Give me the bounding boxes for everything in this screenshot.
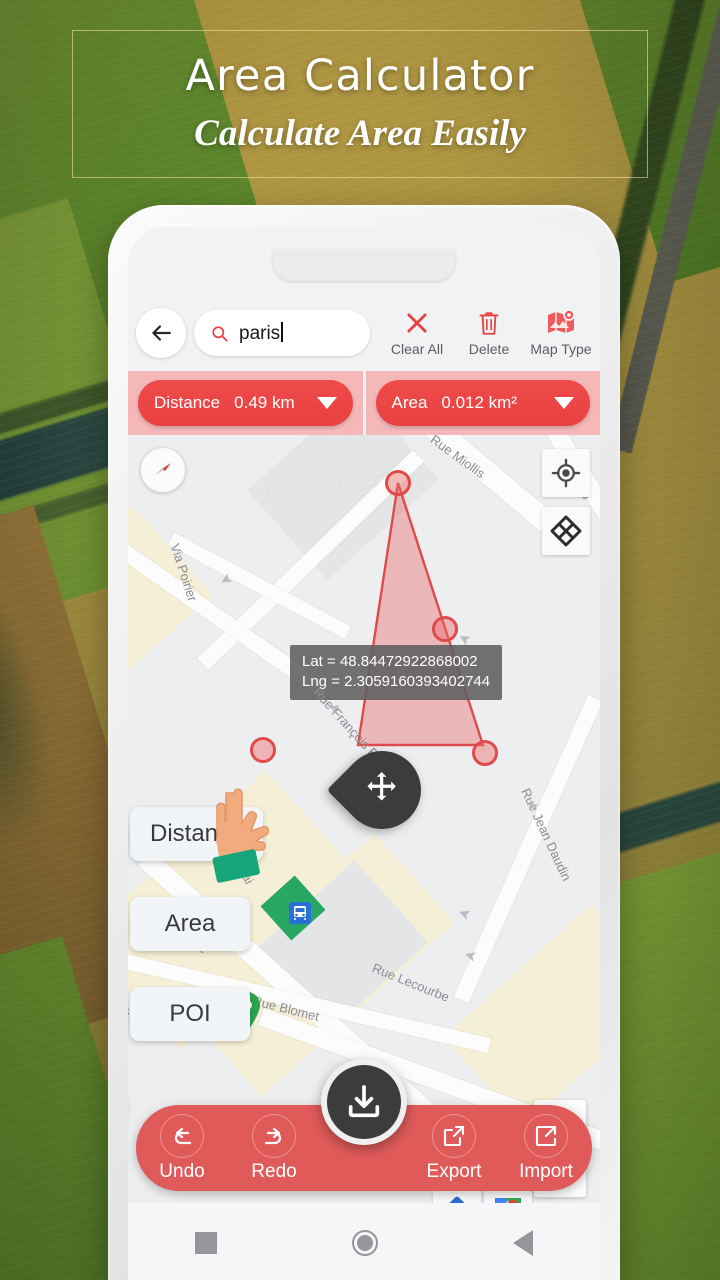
undo-button[interactable]: Undo [136, 1113, 228, 1183]
distance-cell: Distance 0.49 km [128, 371, 363, 435]
download-icon [348, 1085, 380, 1118]
area-label: Area [391, 393, 428, 412]
bus-stop-icon [289, 902, 311, 924]
app-toolbar: paris Clear All Delete Map Type [128, 295, 600, 371]
delete-button[interactable]: Delete [456, 309, 522, 357]
distance-label: Distance [154, 393, 221, 412]
export-circle [432, 1113, 476, 1158]
polygon-vertex-bottom-right[interactable] [472, 740, 498, 766]
export-button[interactable]: Export [408, 1113, 500, 1183]
redo-button[interactable]: Redo [228, 1113, 320, 1183]
import-icon [535, 1125, 557, 1146]
undo-circle [160, 1113, 204, 1158]
home-button[interactable] [351, 1230, 378, 1256]
compass-icon [155, 463, 171, 475]
polygon-vertex-top[interactable] [385, 470, 411, 496]
phone-notch [271, 249, 457, 283]
undo-label: Undo [159, 1160, 205, 1182]
redo-icon [264, 1127, 282, 1144]
toolbar-actions: Clear All Delete Map Type [384, 309, 594, 357]
compass-button[interactable] [140, 447, 186, 493]
trash-icon [479, 312, 499, 335]
distance-dropdown[interactable]: Distance 0.49 km [138, 380, 353, 426]
phone-screen-bezel: paris Clear All Delete Map Type Distance… [128, 227, 600, 1280]
download-fab[interactable] [321, 1059, 407, 1145]
recents-button[interactable] [195, 1232, 218, 1254]
bus-stop-marker[interactable] [288, 901, 312, 930]
back-nav-button[interactable] [512, 1230, 533, 1256]
import-button[interactable]: Import [500, 1113, 592, 1183]
search-value: paris [239, 322, 281, 344]
fab-label-area[interactable]: Area [130, 897, 250, 951]
import-circle [524, 1113, 568, 1158]
fab-label-poi[interactable]: POI [130, 987, 250, 1041]
map-type-icon [548, 309, 575, 333]
import-label: Import [519, 1160, 573, 1182]
clear-all-button[interactable]: Clear All [384, 309, 450, 357]
android-navigation-bar [128, 1203, 600, 1280]
text-caret [281, 321, 284, 342]
export-icon [443, 1125, 465, 1146]
chevron-down-icon [316, 397, 337, 409]
distance-value: 0.49 km [234, 393, 295, 412]
app-screen: paris Clear All Delete Map Type Distance… [128, 227, 600, 1280]
arrow-left-icon [152, 325, 171, 341]
my-location-button[interactable] [542, 449, 590, 497]
area-dropdown[interactable]: Area 0.012 km² [375, 380, 590, 426]
search-text: paris [239, 321, 284, 345]
move-marker-icon [363, 769, 401, 812]
promo-title: Area Calculator [185, 50, 535, 101]
chevron-down-icon [554, 397, 574, 409]
hand-cursor [196, 765, 306, 890]
search-icon [212, 325, 228, 342]
close-x-icon [407, 313, 427, 333]
redo-circle [252, 1113, 296, 1158]
search-input[interactable]: paris [194, 310, 370, 356]
export-label: Export [426, 1160, 482, 1182]
measurement-bars: Distance 0.49 km Area 0.012 km² [128, 371, 600, 435]
tooltip-lng: Lng = 2.3059160393402744 [302, 673, 491, 691]
promo-banner: Area Calculator Calculate Area Easily [72, 30, 648, 178]
map-type-label: Map Type [530, 341, 592, 357]
polygon-vertex-mid-right[interactable] [432, 616, 458, 642]
delete-label: Delete [468, 341, 510, 357]
area-cell: Area 0.012 km² [365, 371, 600, 435]
bottom-toolbar-wrap: Undo Redo Export Import [128, 1059, 600, 1203]
clear-all-label: Clear All [390, 341, 444, 357]
polygon-vertex-bottom-left[interactable] [250, 737, 276, 763]
back-button[interactable] [136, 308, 186, 358]
pointing-hand-icon [212, 788, 270, 883]
pan-move-button[interactable] [542, 507, 590, 555]
phone-frame: paris Clear All Delete Map Type Distance… [108, 205, 620, 1280]
redo-label: Redo [251, 1160, 297, 1182]
promo-subtitle: Calculate Area Easily [194, 113, 526, 155]
pan-move-icon [550, 515, 582, 547]
map-type-button[interactable]: Map Type [528, 309, 594, 357]
area-value: 0.012 km² [441, 393, 518, 412]
my-location-icon [551, 458, 581, 488]
tooltip-lat: Lat = 48.84472922868002 [302, 653, 478, 670]
undo-icon [174, 1127, 192, 1144]
